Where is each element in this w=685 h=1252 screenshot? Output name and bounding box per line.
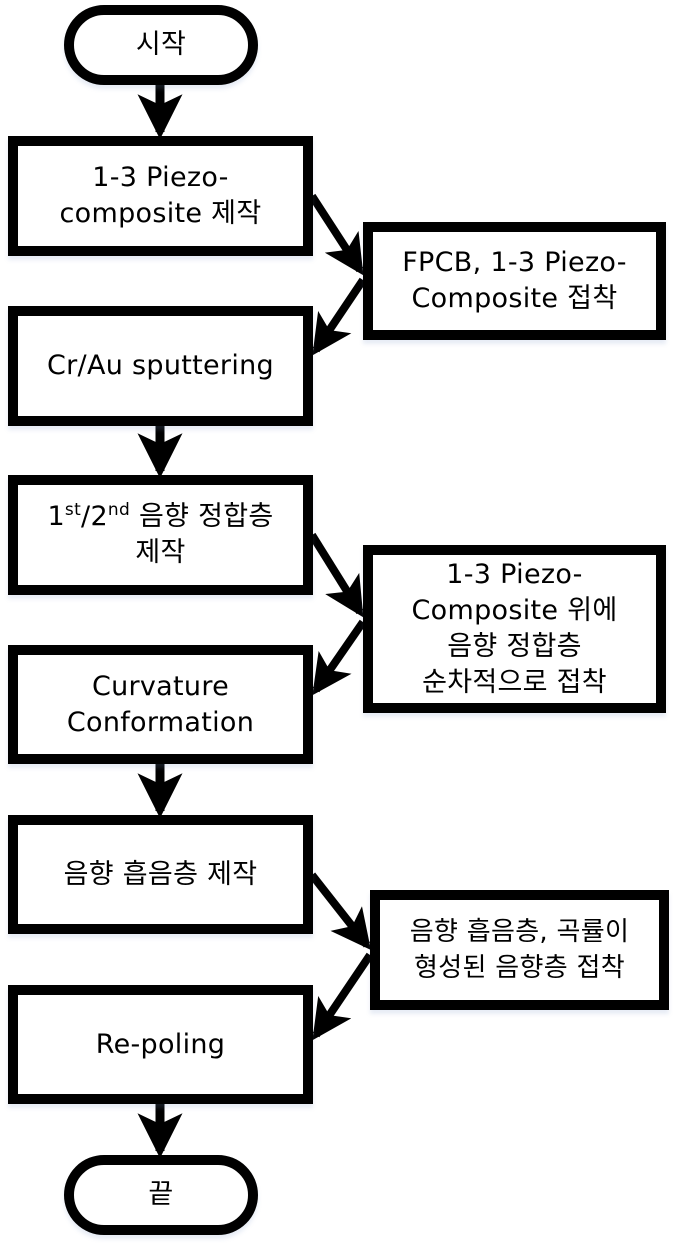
side-step-fpcb-bonding: FPCB, 1-3 Piezo- Composite 접착 bbox=[363, 222, 666, 340]
ordinal-suffix: st bbox=[64, 500, 82, 520]
start-label: 시작 bbox=[135, 29, 187, 60]
step-re-poling: Re-poling bbox=[8, 985, 313, 1104]
step-label: 음향 흡음층 제작 bbox=[63, 858, 258, 890]
step-backing-layer-fabrication: 음향 흡음층 제작 bbox=[8, 815, 313, 934]
step-label: 1st/2nd 음향 정합층제작 bbox=[47, 499, 273, 571]
arrow-side2-to-step4 bbox=[312, 619, 367, 696]
ordinal-suffix: nd bbox=[107, 500, 131, 520]
step-label: 1-3 Piezo- composite 제작 bbox=[59, 162, 262, 229]
step-matching-layer-fabrication: 1st/2nd 음향 정합층제작 bbox=[8, 475, 313, 595]
end-label: 끝 bbox=[148, 1179, 174, 1210]
arrow-step1-to-side1 bbox=[308, 193, 364, 276]
side-step-backing-layer-bonding: 음향 흡음층, 곡률이 형성된 음향층 접착 bbox=[370, 890, 669, 1010]
arrow-step5-to-side3 bbox=[308, 872, 371, 951]
step-label: Re-poling bbox=[95, 1028, 226, 1060]
end-terminal: 끝 bbox=[64, 1155, 258, 1235]
step-curvature-conformation: Curvature Conformation bbox=[8, 645, 313, 764]
arrow-side1-to-step2 bbox=[312, 277, 367, 356]
step-cr-au-sputtering: Cr/Au sputtering bbox=[8, 306, 313, 426]
arrow-step3-to-side2 bbox=[308, 532, 364, 618]
ordinal-number: /2 bbox=[81, 501, 108, 532]
side-step-label: 음향 흡음층, 곡률이 형성된 음향층 접착 bbox=[409, 917, 630, 983]
side-step-label: 1-3 Piezo- Composite 위에 음향 정합층 순차적으로 접착 bbox=[411, 559, 618, 698]
step-label: Cr/Au sputtering bbox=[47, 350, 274, 381]
step-label-line2: 제작 bbox=[135, 537, 186, 568]
ordinal-number: 1 bbox=[47, 501, 65, 532]
step-piezo-composite-fabrication: 1-3 Piezo- composite 제작 bbox=[8, 136, 313, 256]
side-step-matching-layer-bonding: 1-3 Piezo- Composite 위에 음향 정합층 순차적으로 접착 bbox=[363, 545, 666, 713]
arrow-side3-to-step6 bbox=[312, 952, 374, 1041]
start-terminal: 시작 bbox=[64, 5, 258, 85]
step-label-rest: 음향 정합층 bbox=[130, 501, 274, 532]
side-step-label: FPCB, 1-3 Piezo- Composite 접착 bbox=[402, 247, 627, 314]
step-label: Curvature Conformation bbox=[66, 670, 255, 738]
